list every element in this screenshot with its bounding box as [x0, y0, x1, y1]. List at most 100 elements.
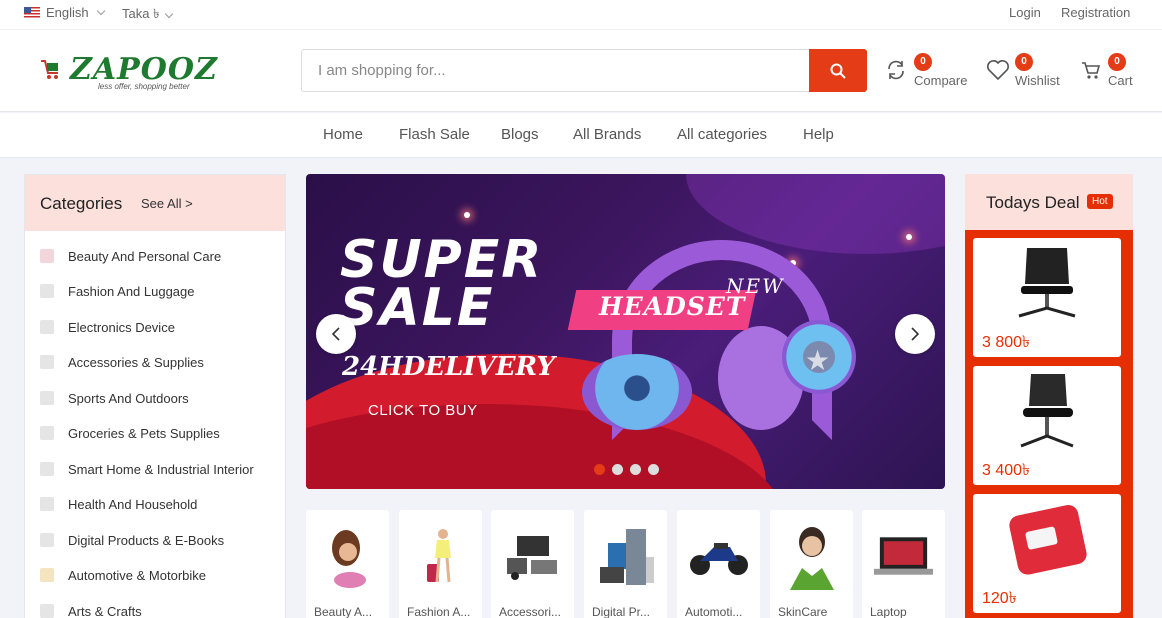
category-tile[interactable]: Accessori...	[491, 510, 574, 618]
us-flag-icon	[24, 7, 40, 18]
search-button[interactable]	[809, 49, 867, 92]
category-label: Arts & Crafts	[68, 603, 142, 618]
search-input[interactable]	[302, 50, 810, 91]
nav-all-categories[interactable]: All categories	[677, 126, 767, 143]
category-item[interactable]: Digital Products & E-Books	[40, 530, 224, 550]
language-selector[interactable]: English	[24, 5, 105, 20]
cart-label: Cart	[1108, 73, 1133, 88]
compare-label: Compare	[914, 73, 968, 88]
banner-cta[interactable]: CLICK TO BUY	[368, 402, 478, 419]
banner-new-label: NEW	[726, 274, 785, 298]
compare-count-badge: 0	[914, 53, 932, 71]
slider-dot[interactable]	[648, 464, 659, 475]
slider-dot[interactable]	[594, 464, 605, 475]
car-icon	[40, 568, 54, 582]
category-label: Electronics Device	[68, 319, 175, 335]
category-item[interactable]: Beauty And Personal Care	[40, 246, 221, 266]
nav-blogs[interactable]: Blogs	[501, 126, 539, 143]
category-label: Groceries & Pets Supplies	[68, 425, 220, 441]
category-thumb-icon	[40, 284, 54, 298]
skincare-thumbnail	[780, 522, 843, 592]
beauty-thumbnail	[316, 522, 379, 592]
category-tile[interactable]: Automoti...	[677, 510, 760, 618]
category-item[interactable]: Electronics Device	[40, 317, 175, 337]
category-tile[interactable]: Digital Pr...	[584, 510, 667, 618]
category-tile[interactable]: SkinCare	[770, 510, 853, 618]
luggage-tag-thumbnail	[1009, 505, 1087, 575]
deal-card[interactable]: 3 800৳	[973, 238, 1121, 357]
deal-card[interactable]: 3 400৳	[973, 366, 1121, 485]
category-label: Digital Products & E-Books	[68, 532, 225, 548]
compare-icon	[888, 60, 904, 80]
login-link[interactable]: Login	[1009, 5, 1041, 20]
categories-header: Categories See All >	[25, 175, 285, 231]
category-tile-label: Digital Pr...	[592, 605, 651, 618]
category-thumb-icon	[40, 497, 54, 511]
see-all-link[interactable]: See All >	[141, 196, 193, 211]
heart-icon	[987, 60, 1009, 81]
category-item[interactable]: Health And Household	[40, 494, 197, 514]
logo-tagline: less offer, shopping better	[98, 82, 190, 91]
category-item[interactable]: Smart Home & Industrial Interior	[40, 459, 254, 479]
category-tile-label: Beauty A...	[314, 605, 373, 618]
sparkle-icon	[464, 212, 470, 218]
todays-deal-panel: Todays Deal Hot 3 800৳ 3 400৳ 120৳	[965, 174, 1133, 618]
banner-headline-line: SALE	[340, 278, 495, 338]
slider-next-button[interactable]	[895, 314, 935, 354]
category-item[interactable]: Groceries & Pets Supplies	[40, 423, 220, 443]
hot-badge: Hot	[1087, 194, 1113, 209]
category-label: Automotive & Motorbike	[68, 567, 207, 583]
slider-dot[interactable]	[612, 464, 623, 475]
search-bar	[301, 49, 867, 92]
site-logo[interactable]: ZAPOOZ less offer, shopping better	[40, 52, 217, 94]
currency-label: Taka ৳	[122, 6, 160, 21]
deal-price: 3 800৳	[982, 334, 1031, 351]
category-thumb-icon	[40, 249, 54, 263]
category-label: Sports And Outdoors	[68, 390, 189, 406]
category-item[interactable]: Automotive & Motorbike	[40, 565, 206, 585]
category-tile-label: Accessori...	[499, 605, 562, 618]
nav-help[interactable]: Help	[803, 126, 834, 143]
hero-banner[interactable]: ★ SUPER SALE 24HDELIVERY CLICK TO BUY HE…	[306, 174, 945, 489]
digital-products-thumbnail	[594, 522, 657, 592]
chevron-down-icon	[164, 9, 173, 19]
category-tile[interactable]: Beauty A...	[306, 510, 389, 618]
category-thumb-icon	[40, 391, 54, 405]
category-label: Fashion And Luggage	[68, 283, 195, 299]
todays-deal-header: Todays Deal Hot	[965, 174, 1133, 230]
cart-icon	[1082, 62, 1101, 79]
category-tile[interactable]: Fashion A...	[399, 510, 482, 618]
registration-link[interactable]: Registration	[1061, 5, 1130, 20]
star-icon: ★	[805, 345, 831, 376]
nav-flash-sale[interactable]: Flash Sale	[399, 126, 470, 143]
banner-headset-label: HEADSET	[599, 292, 746, 321]
category-item[interactable]: Sports And Outdoors	[40, 388, 189, 408]
nav-home[interactable]: Home	[323, 126, 363, 143]
accessories-thumbnail	[501, 522, 564, 592]
slider-prev-button[interactable]	[316, 314, 356, 354]
compare-button[interactable]: 0 Compare	[885, 53, 975, 93]
category-thumb-icon	[40, 355, 54, 369]
language-label: English	[46, 5, 89, 20]
category-tile-label: Fashion A...	[407, 605, 471, 618]
banner-delivery: 24HDELIVERY	[342, 352, 555, 382]
category-item[interactable]: Arts & Crafts	[40, 601, 142, 618]
cart-button[interactable]: 0 Cart	[1080, 53, 1140, 93]
currency-selector[interactable]: Taka ৳	[122, 5, 173, 26]
search-icon	[830, 63, 846, 79]
wishlist-count-badge: 0	[1015, 53, 1033, 71]
category-tile-label: SkinCare	[778, 605, 828, 618]
category-item[interactable]: Accessories & Supplies	[40, 352, 204, 372]
nav-all-brands[interactable]: All Brands	[573, 126, 641, 143]
category-thumb-icon	[40, 604, 54, 618]
banner-headline: SUPER SALE	[340, 234, 543, 338]
cart-count-badge: 0	[1108, 53, 1126, 71]
chevron-left-icon	[331, 327, 340, 341]
deal-card[interactable]: 120৳	[973, 494, 1121, 613]
deal-price: 120৳	[982, 590, 1017, 607]
category-label: Smart Home & Industrial Interior	[68, 461, 254, 477]
slider-dot[interactable]	[630, 464, 641, 475]
category-tile[interactable]: Laptop	[862, 510, 945, 618]
category-item[interactable]: Fashion And Luggage	[40, 281, 195, 301]
wishlist-button[interactable]: 0 Wishlist	[986, 53, 1066, 93]
